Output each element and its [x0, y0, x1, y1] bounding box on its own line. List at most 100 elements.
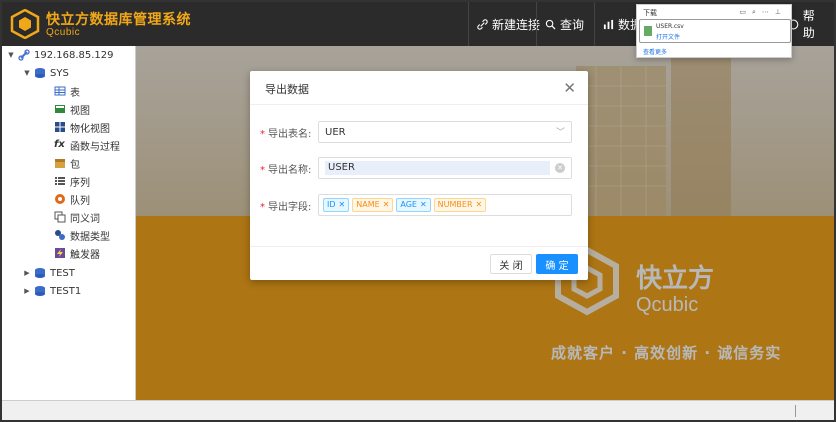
database-tree: ▼ 192.168.85.129 ▼ SYS 表 视图 物化视图 fx 函数与过… — [2, 46, 136, 400]
tree-item-label: 表 — [70, 87, 80, 99]
tree-item-table[interactable]: 表 — [54, 82, 80, 100]
export-name-label: * 导出名称: — [260, 165, 312, 176]
tree-db-sys[interactable]: ▼ SYS — [22, 64, 69, 82]
tree-item-materialized-view[interactable]: 物化视图 — [54, 118, 110, 136]
form-row-fields: * 导出字段: ID ✕ NAME ✕ AGE ✕ NUMBER ✕ — [250, 194, 588, 216]
field-tag-number: NUMBER ✕ — [433, 198, 487, 212]
export-name-value: USER — [325, 161, 550, 175]
dialog-header: 导出数据 ✕ — [250, 71, 588, 105]
tag-close-icon[interactable]: ✕ — [383, 199, 390, 211]
search-icon — [545, 19, 556, 30]
nav-query[interactable]: 查询 — [536, 2, 592, 46]
brand-subtitle: Qcubic — [46, 27, 81, 38]
function-icon: fx — [54, 139, 65, 150]
table-name-label: * 导出表名: — [260, 129, 312, 140]
pin-icon[interactable]: ⊥ — [775, 8, 787, 16]
tree-db-sys-label: SYS — [50, 67, 69, 79]
field-tag-age: AGE ✕ — [396, 198, 431, 212]
form-row-name: * 导出名称: USER ✕ — [250, 157, 588, 179]
tag-close-icon[interactable]: ✕ — [476, 199, 483, 211]
tree-item-synonym[interactable]: 同义词 — [54, 208, 100, 226]
view-icon — [55, 105, 65, 113]
tree-item-function[interactable]: fx 函数与过程 — [54, 136, 120, 154]
datatype-icon — [55, 230, 65, 240]
database-icon — [35, 68, 45, 78]
materialized-view-icon — [55, 122, 65, 132]
tree-item-label: 视图 — [70, 105, 90, 117]
dialog-title: 导出数据 — [265, 83, 309, 96]
nav-help-label: 帮助 — [802, 9, 815, 40]
table-name-select[interactable]: UER ﹀ — [318, 121, 572, 143]
status-separator — [795, 405, 796, 417]
download-item[interactable]: USER.csv 打开文件 — [639, 19, 791, 43]
form-row-table: * 导出表名: UER ﹀ — [250, 121, 588, 143]
tree-item-view[interactable]: 视图 — [54, 100, 90, 118]
close-icon[interactable]: ✕ — [563, 79, 576, 97]
see-more-link[interactable]: 查看更多 — [643, 47, 667, 56]
bar-chart-icon — [603, 19, 614, 29]
database-icon — [35, 268, 45, 278]
tree-connection-label: 192.168.85.129 — [34, 49, 114, 61]
nav-query-label: 查询 — [560, 17, 585, 32]
database-icon — [35, 286, 45, 296]
field-tag-name: NAME ✕ — [352, 198, 394, 212]
tree-db-test1-label: TEST1 — [50, 285, 82, 297]
folder-icon[interactable]: ▭ — [739, 8, 752, 16]
status-bar — [2, 400, 834, 420]
qcubic-logo-icon — [10, 9, 40, 39]
caret-down-icon[interactable]: ▼ — [6, 51, 16, 59]
tree-item-package[interactable]: 包 — [54, 154, 80, 172]
export-name-input[interactable]: USER ✕ — [318, 157, 572, 179]
tree-connection[interactable]: ▼ 192.168.85.129 — [6, 46, 114, 64]
tree-item-queue[interactable]: 队列 — [54, 190, 90, 208]
open-file-link[interactable]: 打开文件 — [656, 32, 680, 41]
tree-item-sequence[interactable]: 序列 — [54, 172, 90, 190]
connection-link-icon — [18, 49, 30, 61]
dialog-footer: 关 闭 确 定 — [250, 246, 588, 280]
tree-item-datatype[interactable]: 数据类型 — [54, 226, 110, 244]
nav-new-connection-label: 新建连接 — [492, 17, 541, 32]
synonym-icon — [54, 211, 66, 223]
download-toolbar: ▭⌕⋯⊥ — [739, 8, 787, 17]
tag-close-icon[interactable]: ✕ — [420, 199, 427, 211]
export-fields-label: * 导出字段: — [260, 202, 312, 213]
export-fields-multiselect[interactable]: ID ✕ NAME ✕ AGE ✕ NUMBER ✕ — [318, 194, 572, 216]
download-popup: 下载 ▭⌕⋯⊥ USER.csv 打开文件 查看更多 — [636, 4, 792, 58]
confirm-button[interactable]: 确 定 — [536, 254, 578, 274]
link-icon — [477, 18, 488, 30]
tree-db-test[interactable]: ▶ TEST — [22, 264, 75, 282]
caret-right-icon[interactable]: ▶ — [22, 287, 32, 295]
tree-item-label: 队列 — [70, 195, 90, 207]
table-icon — [54, 86, 66, 96]
app-window: 快立方数据库管理系统 Qcubic 新建连接 查询 数据 帮助 ▼ 192.16… — [0, 0, 836, 422]
chevron-down-icon: ﹀ — [555, 128, 565, 138]
tag-close-icon[interactable]: ✕ — [339, 199, 346, 211]
table-name-value: UER — [325, 126, 346, 138]
tree-db-test-label: TEST — [50, 267, 75, 279]
brand-title: 快立方数据库管理系统 — [46, 12, 191, 28]
caret-right-icon[interactable]: ▶ — [22, 269, 32, 277]
caret-down-icon[interactable]: ▼ — [22, 69, 32, 77]
clear-icon[interactable]: ✕ — [555, 163, 565, 173]
package-icon — [55, 159, 65, 168]
queue-icon — [55, 194, 65, 204]
close-button[interactable]: 关 闭 — [490, 254, 532, 274]
tree-item-label: 物化视图 — [70, 123, 110, 135]
tree-item-label: 函数与过程 — [70, 141, 120, 153]
tree-item-label: 同义词 — [70, 213, 100, 225]
more-icon[interactable]: ⋯ — [762, 8, 775, 16]
tree-item-label: 包 — [70, 159, 80, 171]
sequence-icon — [55, 177, 65, 185]
search-icon[interactable]: ⌕ — [752, 8, 762, 16]
export-data-dialog: 导出数据 ✕ * 导出表名: UER ﹀ * 导出名称: USER ✕ * 导出字段:… — [250, 71, 588, 280]
tree-db-test1[interactable]: ▶ TEST1 — [22, 282, 81, 300]
tree-item-trigger[interactable]: 触发器 — [54, 244, 100, 262]
field-tag-id: ID ✕ — [323, 198, 350, 212]
download-title: 下载 — [643, 9, 657, 17]
tree-item-label: 触发器 — [70, 249, 100, 261]
tree-item-label: 数据类型 — [70, 231, 110, 243]
csv-file-icon — [644, 26, 652, 36]
trigger-icon — [55, 248, 65, 258]
download-file-name: USER.csv — [656, 23, 684, 30]
tree-item-label: 序列 — [70, 177, 90, 189]
